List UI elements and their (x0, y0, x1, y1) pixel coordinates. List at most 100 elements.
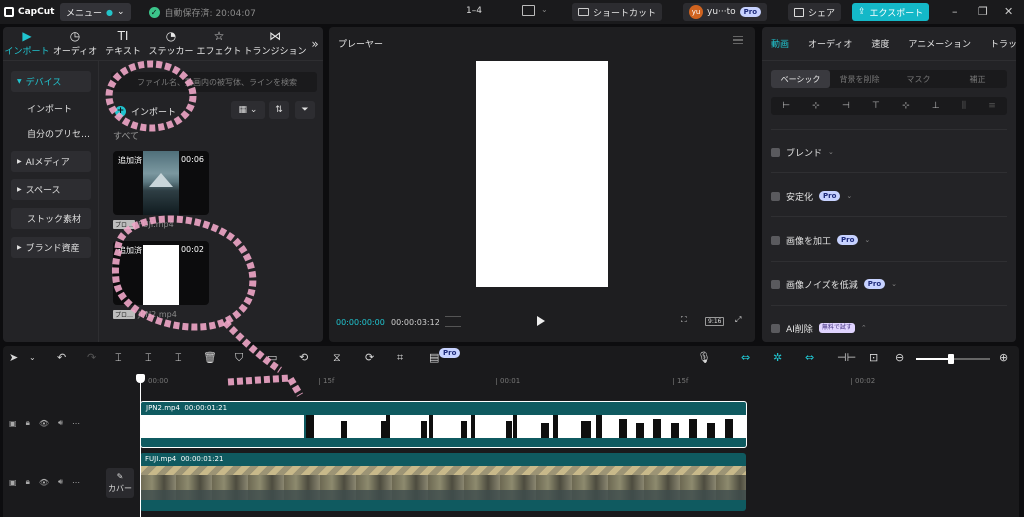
tab-animation[interactable]: アニメーション (899, 37, 981, 50)
more-icon[interactable]: ⋯ (72, 478, 80, 487)
all-filter-label[interactable]: すべて (113, 129, 139, 142)
zoom-slider-handle[interactable] (947, 354, 954, 364)
delete-icon[interactable]: 🗑 (203, 352, 217, 364)
align-right-icon[interactable]: ⊣ (842, 101, 850, 111)
play-icon[interactable] (537, 316, 545, 326)
minimize-icon[interactable]: – (952, 5, 958, 18)
align-center-h-icon[interactable]: ⊹ (812, 101, 820, 111)
align-top-icon[interactable]: ⊤ (872, 101, 880, 111)
sidebar-item-brand[interactable]: ▶ ブランド資産 (11, 237, 91, 258)
tab-import[interactable]: ▶ インポート (3, 27, 51, 60)
hamburger-icon[interactable] (733, 36, 743, 44)
tab-effect[interactable]: ☆ エフェクト (195, 27, 243, 60)
lock-icon[interactable]: 🔒︎ (26, 477, 30, 487)
marker-icon[interactable]: ⛉ (235, 352, 243, 364)
auto-caption-icon[interactable]: ▤ (429, 352, 439, 364)
align-bottom-icon[interactable]: ⊥ (932, 101, 940, 111)
segment-adjust[interactable]: 補正 (948, 70, 1007, 88)
preview-axis-icon[interactable]: ⊣⊢ (837, 352, 856, 364)
tab-audio[interactable]: オーディオ (799, 37, 862, 50)
timeline-clip-fuji[interactable]: FUJI.mp4 00:00:01:21 (140, 453, 746, 511)
sidebar-item-stock[interactable]: ストック素材 (11, 208, 91, 229)
zoom-out-icon[interactable]: ⊖ (895, 352, 904, 364)
sidebar-item-ai-media[interactable]: ▶ AIメディア (11, 151, 91, 172)
align-center-v-icon[interactable]: ⊹ (902, 101, 910, 111)
align-left-icon[interactable]: ⊢ (782, 101, 790, 111)
auto-snap-icon[interactable]: ✲ (773, 352, 782, 364)
ai-remove-checkbox[interactable] (771, 323, 780, 333)
main-track-magnet-icon[interactable]: ⇔ (741, 352, 750, 364)
ai-remove-row[interactable]: AI削除 無料で試す ⌃ (771, 320, 867, 336)
fullscreen-icon[interactable]: ⤢ (735, 315, 741, 325)
playhead-handle[interactable] (136, 374, 145, 383)
undo-icon[interactable]: ↶ (57, 352, 66, 364)
reverse-icon[interactable]: ⟲ (299, 352, 308, 364)
enhance-row[interactable]: 画像を加工 Pro ⌄ (771, 232, 870, 248)
chevron-down-icon[interactable]: ⌄ (29, 352, 36, 364)
freeze-icon[interactable]: ▭ (267, 352, 277, 364)
timeline-view-icon[interactable] (445, 316, 461, 327)
stabilize-checkbox[interactable] (771, 191, 780, 201)
speaker-icon[interactable]: 🔊︎ (58, 477, 63, 487)
import-button[interactable]: + インポート (115, 102, 176, 120)
more-icon[interactable]: ⋯ (72, 419, 80, 428)
media-search-input[interactable]: ファイル名、動画内の被写体、ラインを検索 (111, 72, 317, 92)
eye-icon[interactable]: 👁︎ (39, 419, 49, 428)
tab-sticker[interactable]: ◔ ステッカー (147, 27, 195, 60)
export-button[interactable]: ⇪ エクスポート (852, 3, 930, 21)
playhead[interactable] (140, 374, 141, 517)
sidebar-item-device[interactable]: ▼ デバイス (11, 71, 91, 92)
enhance-checkbox[interactable] (771, 235, 780, 245)
zoom-in-icon[interactable]: ⊕ (999, 352, 1008, 364)
aspect-ratio-button[interactable]: 9:16 (705, 317, 725, 326)
view-mode-button[interactable]: ▦ ⌄ (231, 101, 265, 119)
zoom-slider[interactable] (916, 354, 990, 364)
account-button[interactable]: yu yu···to Pro (683, 3, 768, 21)
segment-mask[interactable]: マスク (889, 70, 948, 88)
more-tabs-icon[interactable]: » (307, 27, 323, 60)
crop-icon[interactable]: ⌗ (397, 352, 403, 364)
filter-icon[interactable]: ⏷ (295, 101, 315, 119)
timeline-clip-jpn2[interactable]: JPN2.mp4 00:00:01:21 (140, 401, 747, 448)
mirror-icon[interactable]: ⧖ (333, 352, 341, 364)
track-video-icon[interactable]: ▣ (9, 419, 17, 428)
close-icon[interactable]: ✕ (1004, 5, 1013, 18)
speaker-icon[interactable]: 🔊︎ (58, 418, 63, 428)
segment-remove-bg[interactable]: 背景を削除 (830, 70, 889, 88)
cover-button[interactable]: ✎ カバー (106, 468, 134, 498)
denoise-row[interactable]: 画像ノイズを低減 Pro ⌄ (771, 276, 897, 292)
segment-basic[interactable]: ベーシック (771, 70, 830, 88)
sidebar-item-presets[interactable]: 自分のプリセ… (11, 123, 91, 144)
layout-chevron-icon[interactable]: ⌄ (541, 5, 548, 14)
tab-speed[interactable]: 速度 (862, 37, 899, 50)
media-item-fuji[interactable]: 追加済 00:06 (113, 151, 209, 215)
microphone-icon[interactable]: 🎙 (697, 352, 711, 364)
maximize-icon[interactable]: ❐ (978, 5, 988, 18)
track-video-icon[interactable]: ▣ (9, 478, 17, 487)
eye-icon[interactable]: 👁︎ (39, 478, 49, 487)
stabilize-row[interactable]: 安定化 Pro ⌄ (771, 188, 852, 204)
tab-transition[interactable]: ⋈ トランジション (243, 27, 307, 60)
split-right-icon[interactable]: ⌶ (175, 352, 182, 364)
tab-text[interactable]: TI テキスト (99, 27, 147, 60)
fit-screen-icon[interactable]: ⛶ (681, 315, 687, 325)
project-title[interactable]: 1–4 (466, 6, 482, 16)
rotate-icon[interactable]: ⟳ (365, 352, 374, 364)
select-cursor-icon[interactable]: ➤ (9, 352, 18, 364)
tab-video[interactable]: 動画 (762, 37, 799, 50)
lock-icon[interactable]: 🔒︎ (26, 418, 30, 428)
tab-audio[interactable]: ◷ オーディオ (51, 27, 99, 60)
main-menu-button[interactable]: メニュー ● ⌄ (60, 3, 131, 21)
sort-icon[interactable]: ⇅ (269, 101, 289, 119)
share-button[interactable]: シェア (788, 3, 842, 21)
split-icon[interactable]: ⌶ (115, 352, 122, 364)
blend-row[interactable]: ブレンド ⌄ (771, 144, 834, 160)
redo-icon[interactable]: ↷ (87, 352, 96, 364)
sidebar-item-import[interactable]: インポート (11, 98, 91, 119)
distribute-v-icon[interactable]: ≡ (988, 101, 996, 111)
layout-icon[interactable] (522, 5, 535, 16)
blend-checkbox[interactable] (771, 147, 780, 157)
timeline-fit-icon[interactable]: ⊡ (869, 352, 878, 364)
linkage-icon[interactable]: ⇔ (805, 352, 814, 364)
denoise-checkbox[interactable] (771, 279, 780, 289)
